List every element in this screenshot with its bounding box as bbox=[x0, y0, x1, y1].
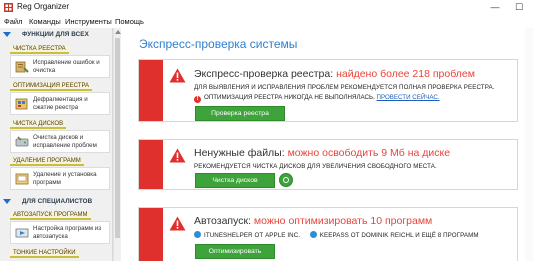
gear-icon bbox=[309, 231, 317, 238]
sidebar-item-registry-cleanup[interactable]: Исправление ошибок и очистка bbox=[10, 55, 110, 78]
sidebar-tab-tweaks[interactable]: ТОНКИЕ НАСТРОЙКИ bbox=[10, 249, 79, 258]
title-bar: Reg Organizer — ☐ bbox=[0, 0, 533, 15]
chevron-down-icon bbox=[3, 199, 11, 204]
card-heading-accent: найдено более 218 проблем bbox=[336, 68, 475, 80]
warning-icon bbox=[169, 148, 186, 163]
optimize-autorun-button[interactable]: Оптимизировать bbox=[195, 244, 275, 259]
card-error-line: ! ОПТИМИЗАЦИЯ РЕЕСТРА НИКОГДА НЕ ВЫПОЛНЯЛ… bbox=[194, 94, 440, 103]
card-heading-text: Ненужные файлы: bbox=[194, 147, 288, 159]
chevron-down-icon bbox=[3, 32, 11, 37]
registry-defrag-icon bbox=[15, 98, 28, 110]
settings-icon bbox=[283, 177, 289, 183]
sidebar-scrollbar[interactable] bbox=[113, 28, 121, 261]
sidebar-item-registry-optimization[interactable]: Дефрагментация и сжатие реестра bbox=[10, 92, 110, 115]
section-title: ФУНКЦИИ ДЛЯ ВСЕХ bbox=[22, 31, 89, 38]
disk-cleanup-button[interactable]: Чистка дисков bbox=[195, 173, 275, 188]
disk-cleanup-icon bbox=[15, 136, 29, 147]
scroll-up-arrow-icon[interactable] bbox=[115, 30, 121, 34]
card-heading-accent: можно оптимизировать 10 программ bbox=[253, 215, 433, 227]
sidebar-scroll-thumb[interactable] bbox=[115, 38, 120, 238]
registry-cleanup-icon bbox=[15, 61, 29, 73]
sidebar-item-label: Очистка дисков и исправление проблем bbox=[33, 134, 97, 149]
reg-organizer-logo-icon bbox=[4, 3, 13, 12]
sidebar-section-pro[interactable]: ДЛЯ СПЕЦИАЛИСТОВ bbox=[0, 197, 112, 207]
menu-commands[interactable]: Команды bbox=[29, 17, 61, 26]
section-title: ДЛЯ СПЕЦИАЛИСТОВ bbox=[22, 198, 93, 205]
main-panel: Экспресс-проверка системы Экспресс-прове… bbox=[122, 28, 533, 261]
sidebar-tab-uninstall[interactable]: УДАЛЕНИЕ ПРОГРАММ bbox=[10, 157, 84, 166]
check-registry-button[interactable]: Проверка реестра bbox=[195, 106, 285, 121]
card-subtitle: ДЛЯ ВЫЯВЛЕНИЯ И ИСПРАВЛЕНИЯ ПРОБЛЕМ РЕКО… bbox=[194, 84, 495, 91]
error-icon: ! bbox=[194, 96, 201, 103]
card-heading: Ненужные файлы: можно освободить 9 Мб на… bbox=[194, 147, 450, 159]
sidebar: ФУНКЦИИ ДЛЯ ВСЕХ ЧИСТКА РЕЕСТРА Исправле… bbox=[0, 28, 113, 261]
sidebar-tab-disk-cleanup[interactable]: ЧИСТКА ДИСКОВ bbox=[10, 120, 67, 129]
window-title: Reg Organizer bbox=[17, 2, 70, 11]
warning-icon bbox=[169, 68, 186, 83]
card-registry-check: Экспресс-проверка реестра: найдено более… bbox=[138, 59, 518, 122]
sidebar-section-all[interactable]: ФУНКЦИИ ДЛЯ ВСЕХ bbox=[0, 30, 112, 40]
sidebar-item-label: Исправление ошибок и очистка bbox=[33, 59, 100, 74]
gear-icon bbox=[194, 231, 201, 238]
sidebar-tab-registry-optimization[interactable]: ОПТИМИЗАЦИЯ РЕЕСТРА bbox=[10, 82, 93, 91]
card-heading-text: Автозапуск: bbox=[194, 215, 254, 227]
sidebar-item-disk-cleanup[interactable]: Очистка дисков и исправление проблем bbox=[10, 130, 110, 153]
maximize-button[interactable]: ☐ bbox=[507, 0, 531, 15]
disk-cleanup-options-button[interactable] bbox=[279, 173, 293, 187]
run-now-link[interactable]: ПРОВЕСТИ СЕЙЧАС. bbox=[377, 94, 440, 101]
autorun-program-b: KEEPASS ОТ DOMINIK REICHL И ЕЩЁ 8 ПРОГРА… bbox=[319, 232, 479, 239]
autorun-icon bbox=[15, 228, 29, 238]
sidebar-item-label: Настройка программ из автозапуска bbox=[33, 225, 102, 240]
status-bar bbox=[139, 140, 163, 189]
minimize-button[interactable]: — bbox=[483, 0, 507, 15]
sidebar-tab-registry-cleanup[interactable]: ЧИСТКА РЕЕСТРА bbox=[10, 45, 69, 54]
error-text: ОПТИМИЗАЦИЯ РЕЕСТРА НИКОГДА НЕ ВЫПОЛНЯЛА… bbox=[204, 94, 377, 101]
card-junk-files: Ненужные файлы: можно освободить 9 Мб на… bbox=[138, 139, 518, 190]
menu-tools[interactable]: Инструменты bbox=[65, 17, 112, 26]
sidebar-tab-autorun[interactable]: АВТОЗАПУСК ПРОГРАММ bbox=[10, 211, 91, 220]
card-heading: Автозапуск: можно оптимизировать 10 прог… bbox=[194, 215, 432, 227]
card-subtitle: ITUNESHELPER ОТ APPLE INC. KEEPASS ОТ DO… bbox=[194, 231, 479, 239]
sidebar-item-label: Удаление и установка программ bbox=[33, 171, 97, 186]
card-subtitle: РЕКОМЕНДУЕТСЯ ЧИСТКА ДИСКОВ ДЛЯ УВЕЛИЧЕН… bbox=[194, 163, 437, 170]
card-heading-accent: можно освободить 9 Мб на диске bbox=[287, 147, 451, 159]
menu-help[interactable]: Помощь bbox=[115, 17, 144, 26]
main-scrollbar[interactable] bbox=[525, 28, 533, 261]
sidebar-item-label: Дефрагментация и сжатие реестра bbox=[33, 96, 88, 111]
status-bar bbox=[139, 60, 163, 121]
app-window: Reg Organizer — ☐ Файл Команды Инструмен… bbox=[0, 0, 533, 261]
sidebar-item-autorun[interactable]: Настройка программ из автозапуска bbox=[10, 221, 110, 244]
sidebar-item-uninstall[interactable]: Удаление и установка программ bbox=[10, 167, 110, 190]
status-bar bbox=[139, 208, 163, 261]
autorun-program-a: ITUNESHELPER ОТ APPLE INC. bbox=[204, 232, 301, 239]
card-heading-text: Экспресс-проверка реестра: bbox=[194, 68, 337, 80]
card-autorun: Автозапуск: можно оптимизировать 10 прог… bbox=[138, 207, 518, 261]
warning-icon bbox=[169, 216, 186, 231]
page-title: Экспресс-проверка системы bbox=[139, 37, 298, 51]
menu-file[interactable]: Файл bbox=[4, 17, 22, 26]
card-heading: Экспресс-проверка реестра: найдено более… bbox=[194, 68, 475, 80]
uninstall-programs-icon bbox=[15, 173, 29, 185]
menu-bar: Файл Команды Инструменты Помощь bbox=[0, 15, 533, 28]
